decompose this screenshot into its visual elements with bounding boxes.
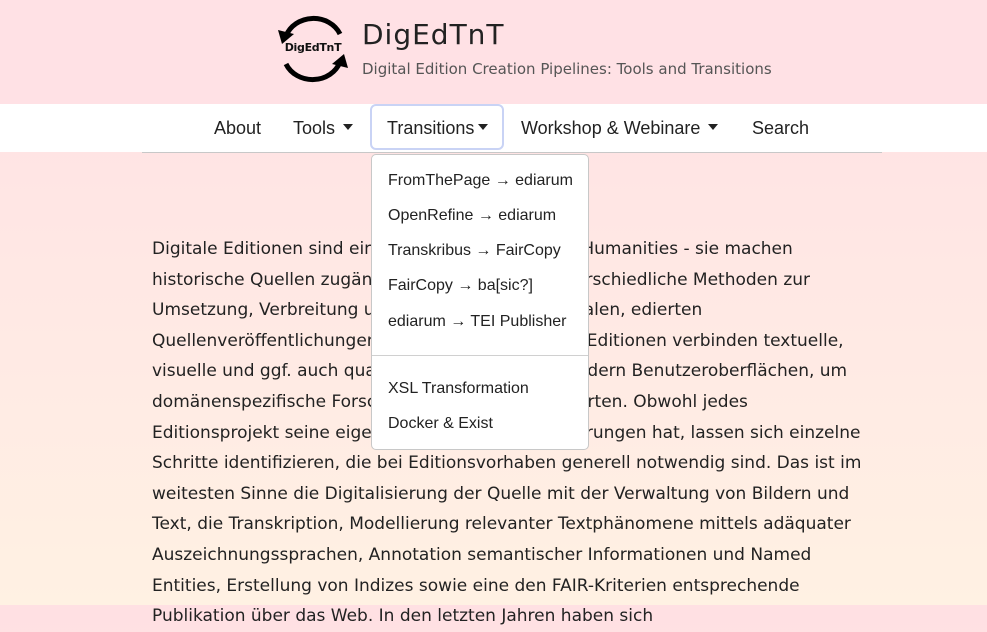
nav-transitions-label: Transitions	[387, 118, 475, 138]
dropdown-item-ediarum-tei-publisher[interactable]: ediarum → TEI Publisher	[388, 313, 566, 331]
nav-workshop[interactable]: Workshop & Webinare	[521, 104, 719, 152]
chevron-down-icon	[343, 124, 354, 131]
logo[interactable]: DigEdTnT	[276, 10, 350, 88]
nav-workshop-label: Workshop & Webinare	[521, 118, 701, 138]
dropdown-item-docker-exist[interactable]: Docker & Exist	[388, 415, 493, 433]
nav-about[interactable]: About	[214, 104, 261, 152]
transitions-dropdown-menu: FromThePage → ediarum OpenRefine → ediar…	[371, 154, 589, 450]
logo-text: DigEdTnT	[284, 41, 342, 54]
nav-transitions[interactable]: Transitions	[387, 104, 489, 152]
chevron-down-icon	[708, 124, 719, 131]
dropdown-item-openrefine-ediarum[interactable]: OpenRefine → ediarum	[388, 207, 556, 225]
site-subtitle: Digital Edition Creation Pipelines: Tool…	[362, 60, 772, 78]
chevron-down-icon	[478, 124, 489, 131]
dropdown-item-transkribus-faircopy[interactable]: Transkribus → FairCopy	[388, 242, 561, 260]
dropdown-divider	[372, 355, 588, 356]
site-title[interactable]: DigEdTnT	[362, 18, 505, 51]
dropdown-item-xsl-transformation[interactable]: XSL Transformation	[388, 380, 529, 398]
navbar-divider	[142, 152, 882, 153]
dropdown-item-fromthepage-ediarum[interactable]: FromThePage → ediarum	[388, 172, 573, 190]
nav-tools-label: Tools	[293, 118, 336, 138]
site-header	[0, 0, 987, 104]
nav-search[interactable]: Search	[752, 104, 809, 152]
nav-tools[interactable]: Tools	[293, 104, 354, 152]
nav-search-label: Search	[752, 118, 810, 138]
nav-about-label: About	[214, 118, 262, 138]
dropdown-item-faircopy-basic[interactable]: FairCopy → ba[sic?]	[388, 277, 533, 295]
